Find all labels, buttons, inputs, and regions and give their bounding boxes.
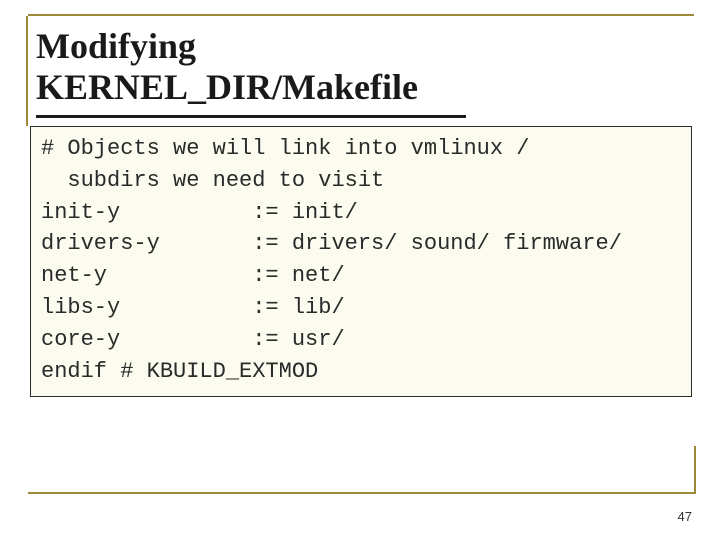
code-line: drivers-y := drivers/ sound/ firmware/ (41, 231, 622, 256)
code-line: net-y := net/ (41, 263, 345, 288)
code-line: libs-y := lib/ (41, 295, 345, 320)
page-number: 47 (678, 509, 692, 524)
code-line: core-y := usr/ (41, 327, 345, 352)
code-line: endif # KBUILD_EXTMOD (41, 359, 318, 384)
decorative-rule-top (28, 14, 694, 16)
code-line: init-y := init/ (41, 200, 358, 225)
title-line-2: KERNEL_DIR/Makefile (36, 67, 418, 107)
slide: Modifying KERNEL_DIR/Makefile # Objects … (0, 0, 720, 540)
title-line-1: Modifying (36, 26, 196, 66)
slide-title: Modifying KERNEL_DIR/Makefile (36, 26, 696, 109)
code-line: # Objects we will link into vmlinux / (41, 136, 529, 161)
code-line: subdirs we need to visit (41, 168, 384, 193)
decorative-rule-bottom (28, 492, 694, 494)
title-underline (36, 115, 466, 118)
code-block: # Objects we will link into vmlinux / su… (30, 126, 692, 397)
